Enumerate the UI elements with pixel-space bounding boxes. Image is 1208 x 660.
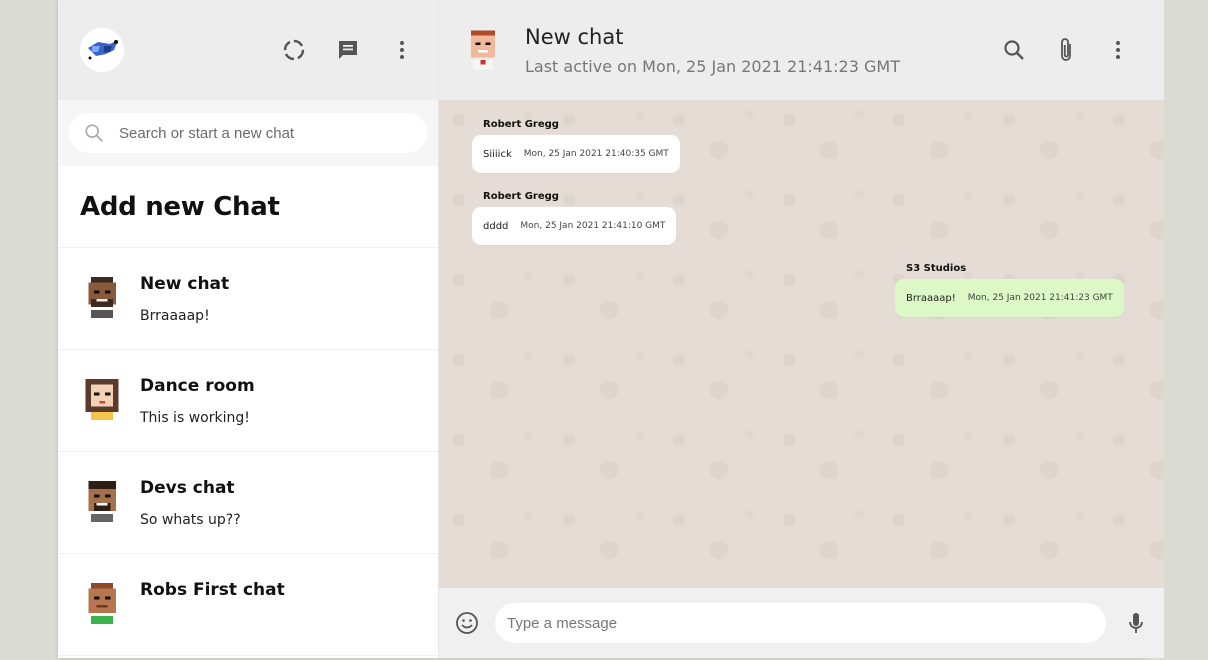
search-icon xyxy=(85,124,103,142)
message-bubble[interactable]: Siiiick Mon, 25 Jan 2021 21:40:35 GMT xyxy=(472,135,680,173)
chat-app: Add new Chat New chat Brraaaap! xyxy=(58,0,1164,658)
search-box xyxy=(69,113,427,153)
message-timestamp: Mon, 25 Jan 2021 21:41:23 GMT xyxy=(967,293,1113,303)
chat-list-item[interactable]: Robs First chat xyxy=(58,554,438,656)
composer xyxy=(439,588,1164,658)
message-text: Siiiick xyxy=(483,148,512,160)
message-sender: S3 Studios xyxy=(906,263,967,274)
chat-name: Devs chat xyxy=(140,478,235,498)
message-input[interactable] xyxy=(507,614,1087,632)
search-input[interactable] xyxy=(119,124,409,142)
status-ring-icon[interactable] xyxy=(278,34,310,66)
message-timestamp: Mon, 25 Jan 2021 21:41:10 GMT xyxy=(520,221,666,231)
chat-icon[interactable] xyxy=(332,34,364,66)
avatar xyxy=(85,378,119,420)
chat-list-item[interactable]: Dance room This is working! xyxy=(58,350,438,452)
paperclip-icon[interactable] xyxy=(1050,34,1082,66)
chat-title: New chat xyxy=(525,24,624,49)
message: Robert Gregg Siiiick Mon, 25 Jan 2021 21… xyxy=(472,119,680,173)
avatar xyxy=(88,276,116,318)
chat-name: Robs First chat xyxy=(140,580,285,600)
search-bar xyxy=(58,100,438,166)
chat-header: New chat Last active on Mon, 25 Jan 2021… xyxy=(439,0,1164,100)
sidebar: Add new Chat New chat Brraaaap! xyxy=(58,0,439,658)
message-input-box xyxy=(495,603,1106,643)
avatar xyxy=(88,480,116,522)
chat-last-message: This is working! xyxy=(140,410,250,426)
message-sender: Robert Gregg xyxy=(483,191,559,202)
avatar[interactable] xyxy=(463,28,503,72)
add-new-chat-label: Add new Chat xyxy=(80,191,280,222)
avatar xyxy=(88,582,116,624)
search-icon[interactable] xyxy=(998,34,1030,66)
logo-icon xyxy=(80,28,124,72)
message-bubble[interactable]: Brraaaap! Mon, 25 Jan 2021 21:41:23 GMT xyxy=(895,279,1124,317)
vertical-dots-menu-icon[interactable] xyxy=(386,34,418,66)
message-text: Brraaaap! xyxy=(906,292,956,304)
last-active-status: Last active on Mon, 25 Jan 2021 21:41:23… xyxy=(525,56,900,76)
message-bubble[interactable]: dddd Mon, 25 Jan 2021 21:41:10 GMT xyxy=(472,207,677,245)
message-area[interactable]: Robert Gregg Siiiick Mon, 25 Jan 2021 21… xyxy=(439,100,1164,588)
sidebar-header xyxy=(58,0,438,100)
chat-name: Dance room xyxy=(140,376,255,396)
chat-last-message: So whats up?? xyxy=(140,512,241,528)
sidebar-header-icons xyxy=(278,34,418,66)
chat-panel: New chat Last active on Mon, 25 Jan 2021… xyxy=(439,0,1164,658)
message-sender: Robert Gregg xyxy=(483,119,559,130)
vertical-dots-menu-icon[interactable] xyxy=(1102,34,1134,66)
chat-list: New chat Brraaaap! Dance room This is wo… xyxy=(58,248,438,658)
user-avatar[interactable] xyxy=(80,28,124,72)
message-text: dddd xyxy=(483,220,509,232)
message: S3 Studios Brraaaap! Mon, 25 Jan 2021 21… xyxy=(895,263,1124,317)
add-new-chat-button[interactable]: Add new Chat xyxy=(58,166,438,248)
message: Robert Gregg dddd Mon, 25 Jan 2021 21:41… xyxy=(472,191,677,245)
chat-list-item[interactable]: Devs chat So whats up?? xyxy=(58,452,438,554)
message-timestamp: Mon, 25 Jan 2021 21:40:35 GMT xyxy=(523,149,669,159)
chat-list-item[interactable]: New chat Brraaaap! xyxy=(58,248,438,350)
microphone-icon[interactable] xyxy=(1120,607,1152,639)
emoji-icon[interactable] xyxy=(451,607,483,639)
chat-last-message: Brraaaap! xyxy=(140,308,210,324)
chat-name: New chat xyxy=(140,274,230,294)
chat-header-icons xyxy=(998,34,1134,66)
